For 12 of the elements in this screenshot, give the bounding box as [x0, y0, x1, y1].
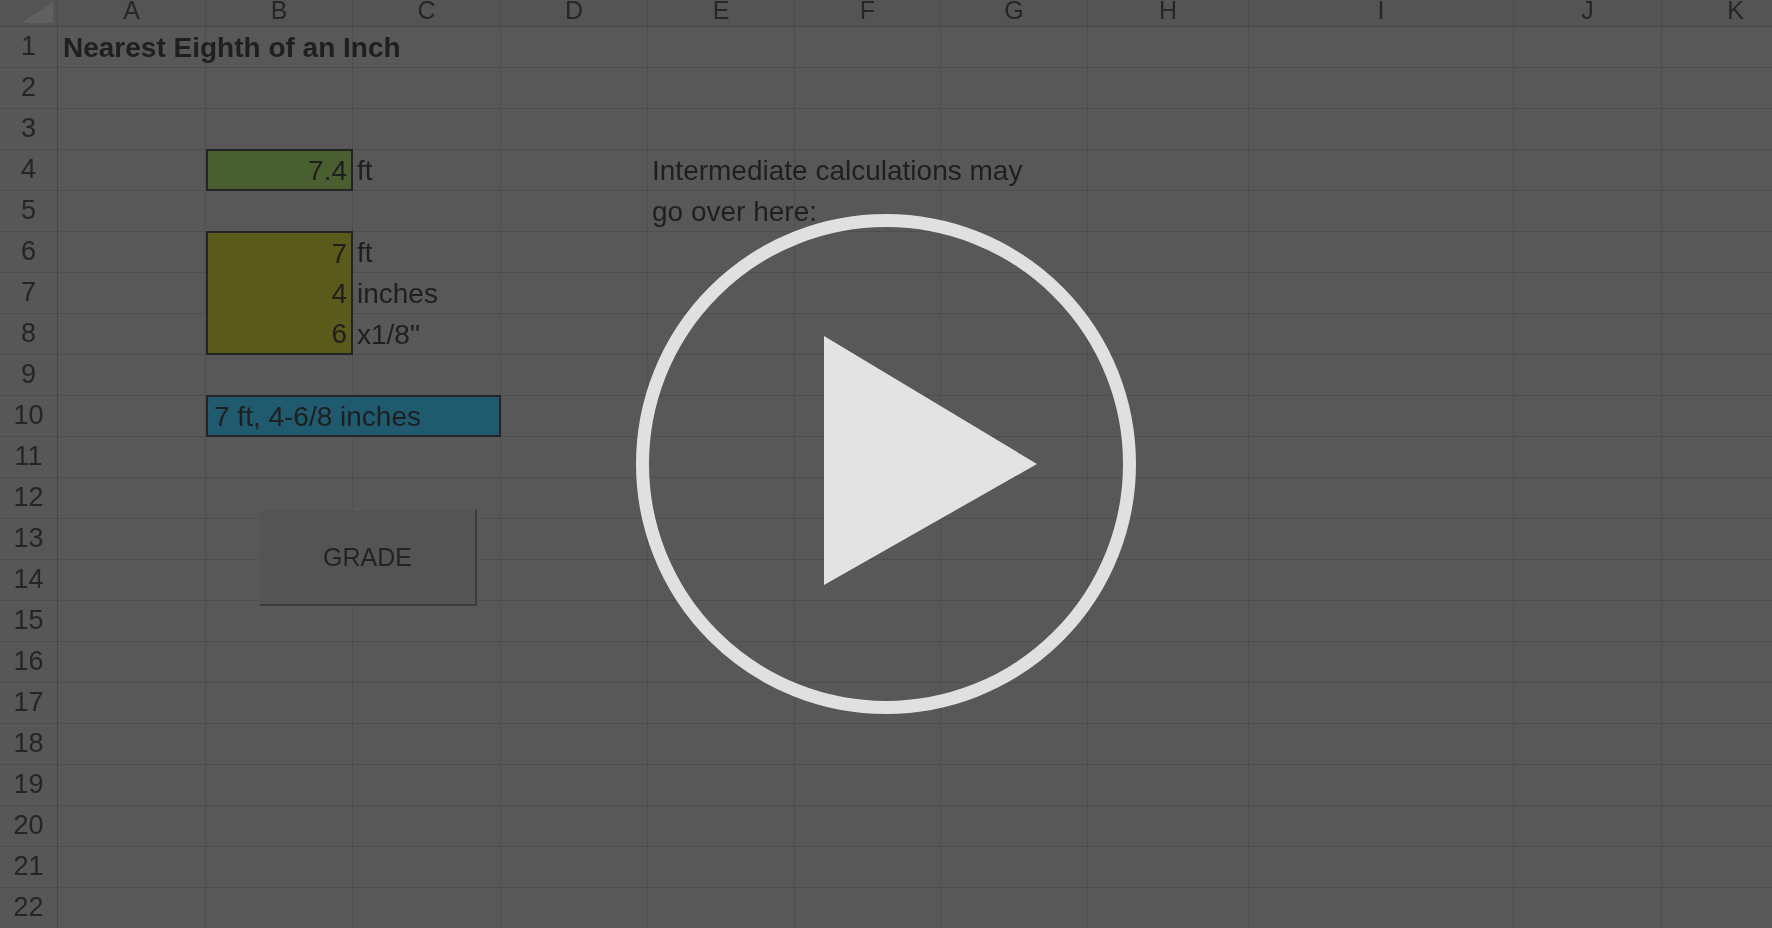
- result-cell[interactable]: 7 ft, 4-6/8 inches: [206, 395, 501, 437]
- title-text: Nearest Eighth of an Inch: [62, 31, 401, 65]
- answer-cell[interactable]: 4: [206, 273, 353, 314]
- answer-cell[interactable]: 7: [206, 231, 353, 273]
- unit-label: inches: [356, 277, 438, 311]
- note-text: Intermediate calculations may: [651, 154, 1023, 188]
- note-text: go over here:: [651, 195, 817, 229]
- unit-label: x1/8": [356, 318, 420, 352]
- unit-label: ft: [356, 236, 373, 270]
- answer-cell[interactable]: 6: [206, 314, 353, 355]
- unit-label: ft: [356, 154, 373, 188]
- input-cell[interactable]: 7.4: [206, 149, 353, 191]
